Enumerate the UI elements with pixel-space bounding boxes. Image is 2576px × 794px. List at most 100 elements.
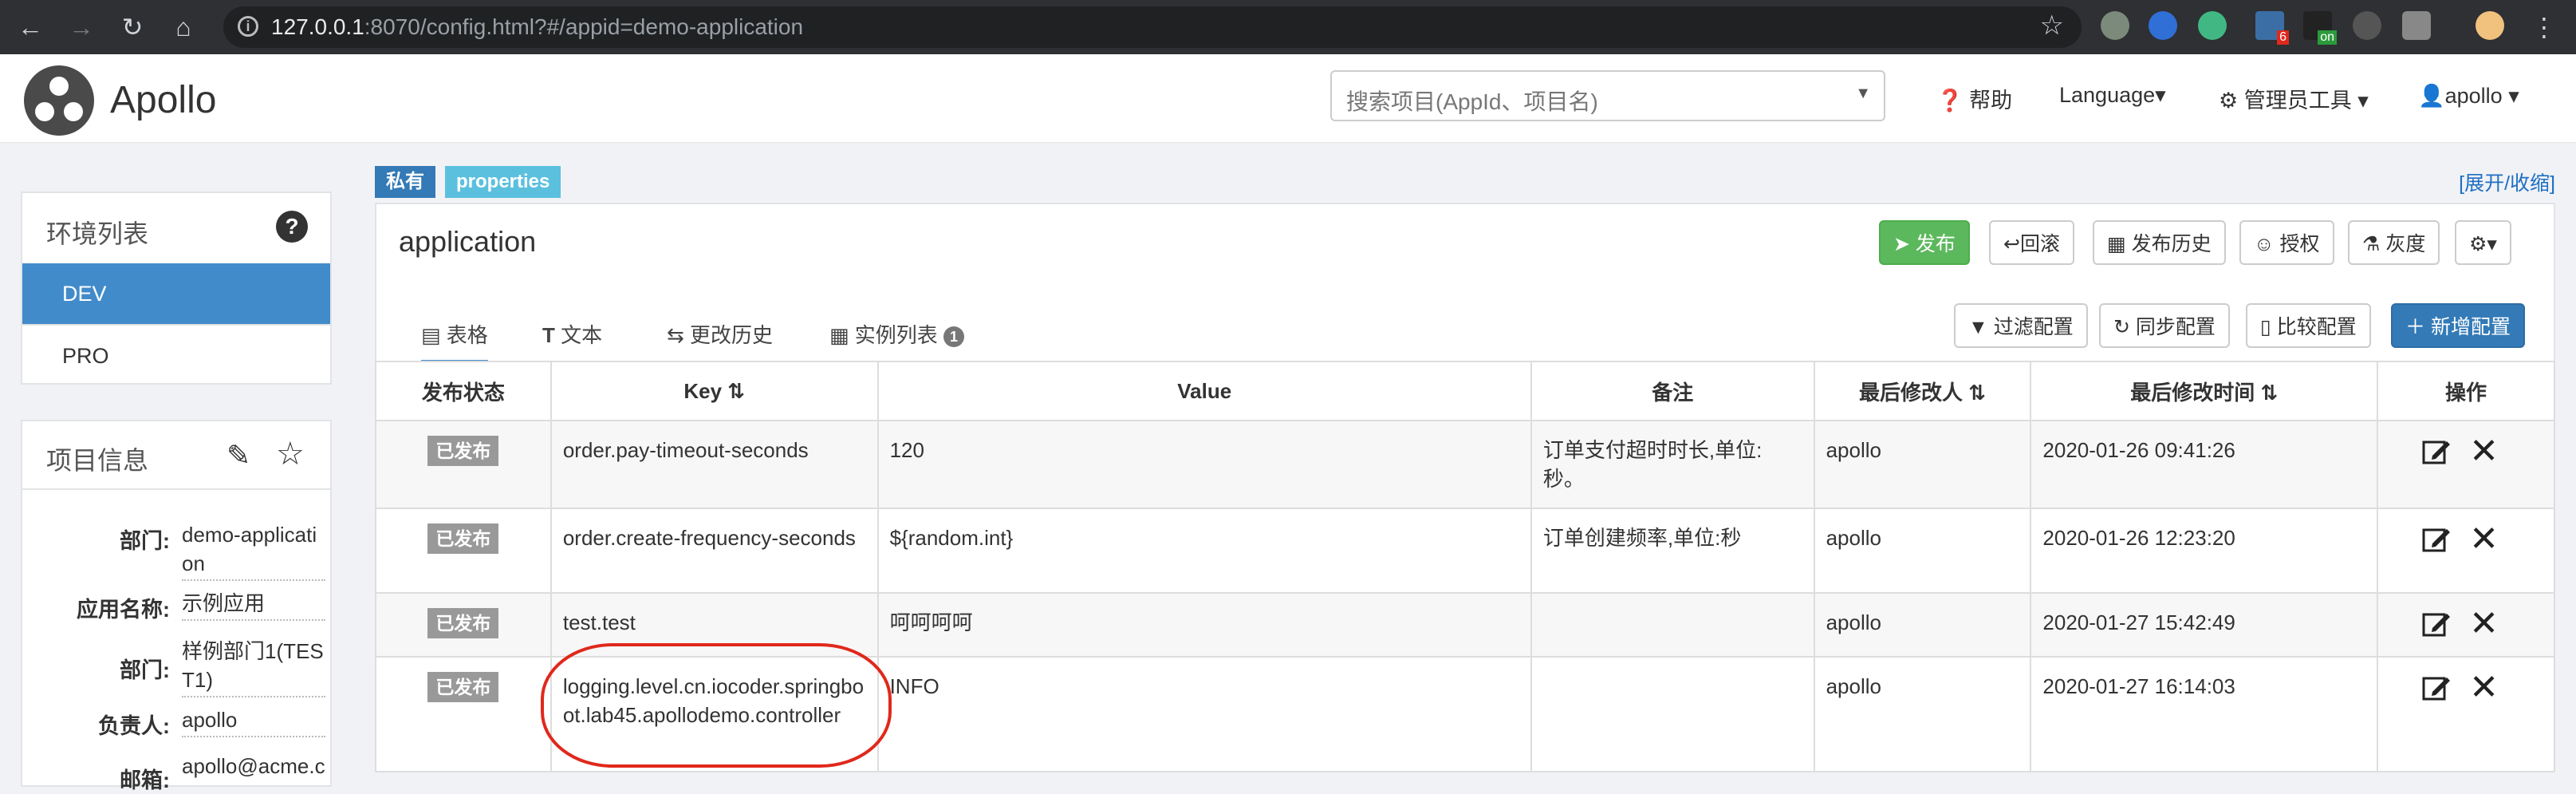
filter-icon: ▼ xyxy=(1968,316,1994,338)
address-bar[interactable]: i 127.0.0.1:8070/config.html?#/appid=dem… xyxy=(223,6,2082,48)
grid-extension-icon[interactable]: 6 xyxy=(2255,11,2289,45)
reload-icon[interactable]: ↻ xyxy=(116,11,148,43)
env-item-dev[interactable]: DEV xyxy=(22,263,330,324)
project-search-input[interactable]: 搜索项目(AppId、项目名) ▼ xyxy=(1330,70,1885,121)
time-cell: 2020-01-26 09:41:26 xyxy=(2030,420,2379,509)
value-cell: 120 xyxy=(876,420,1532,509)
briefcase-extension-icon[interactable] xyxy=(2402,11,2431,40)
edit-icon[interactable] xyxy=(2421,609,2452,639)
header-modifier[interactable]: 最后修改人 ⇅ xyxy=(1813,361,2032,421)
env-list-panel: 环境列表 ? DEV PRO xyxy=(21,192,332,385)
help-circle-icon[interactable]: ? xyxy=(276,211,308,243)
file-icon: ▯ xyxy=(2260,316,2277,338)
back-icon[interactable]: ← xyxy=(14,11,46,43)
help-link[interactable]: ❓ 帮助 xyxy=(1936,83,2012,114)
edit-icon[interactable]: ✎ xyxy=(226,439,250,472)
calendar-icon: ▦ xyxy=(2107,233,2132,255)
status-badge: 已发布 xyxy=(427,672,499,702)
grid-icon: ▦ xyxy=(829,323,855,347)
ext-badge: 6 xyxy=(2277,30,2289,45)
forward-icon[interactable]: → xyxy=(65,11,97,43)
gear-icon: ⚙ xyxy=(2469,233,2487,255)
edit-icon[interactable] xyxy=(2421,524,2452,555)
flask-icon: ⚗ xyxy=(2362,233,2386,255)
info-label-department: 部门: xyxy=(120,529,170,553)
extension-icon[interactable] xyxy=(2101,11,2129,40)
filter-config-button[interactable]: ▼ 过滤配置 xyxy=(1954,303,2088,348)
vue-extension-icon[interactable] xyxy=(2198,11,2227,40)
profile-avatar[interactable] xyxy=(2476,11,2504,40)
expand-collapse-link[interactable]: [展开/收缩] xyxy=(2459,168,2555,196)
undo-icon: ↩ xyxy=(2003,233,2020,255)
table-header-row: 发布状态 Key ⇅ Value 备注 最后修改人 ⇅ 最后修改时间 ⇅ 操作 xyxy=(375,361,2555,421)
publish-button[interactable]: ➤ 发布 xyxy=(1879,220,1970,265)
admin-tools-dropdown[interactable]: ⚙ 管理员工具 ▾ xyxy=(2219,83,2369,114)
modifier-cell: apollo xyxy=(1813,592,2032,658)
browser-toolbar: ← → ↻ ⌂ i 127.0.0.1:8070/config.html?#/a… xyxy=(0,0,2576,54)
header-key[interactable]: Key ⇅ xyxy=(549,361,879,421)
user-icon: ☺ xyxy=(2254,233,2280,255)
settings-dropdown-button[interactable]: ⚙▾ xyxy=(2455,220,2511,265)
tab-table[interactable]: ▤ 表格 xyxy=(421,319,488,363)
url-text: 127.0.0.1:8070/config.html?#/appid=demo-… xyxy=(271,14,804,39)
info-value-owner: apollo xyxy=(182,705,325,737)
value-cell: 呵呵呵呵 xyxy=(876,592,1532,658)
list-extension-icon[interactable]: on xyxy=(2303,11,2337,45)
star-icon[interactable]: ☆ xyxy=(276,436,305,472)
home-icon[interactable]: ⌂ xyxy=(167,11,199,43)
release-history-button[interactable]: ▦ 发布历史 xyxy=(2093,220,2226,265)
project-info-title: 项目信息 xyxy=(46,446,149,475)
env-item-pro[interactable]: PRO xyxy=(22,324,330,385)
edit-icon[interactable] xyxy=(2421,673,2452,703)
info-value-org: 样例部门1(TEST1) xyxy=(182,637,325,697)
sort-icon: ⇅ xyxy=(1968,380,1987,405)
tab-change-history[interactable]: ⇆ 更改历史 xyxy=(667,319,773,349)
edit-icon[interactable] xyxy=(2421,437,2452,467)
status-badge: 已发布 xyxy=(427,608,499,638)
delete-icon[interactable]: ✕ xyxy=(2469,434,2499,469)
refresh-icon: ↻ xyxy=(2113,316,2136,338)
delete-icon[interactable]: ✕ xyxy=(2469,606,2499,642)
value-cell: INFO xyxy=(876,656,1532,772)
comment-cell xyxy=(1530,656,1815,772)
delete-icon[interactable]: ✕ xyxy=(2469,670,2499,705)
add-config-button[interactable]: ＋ 新增配置 xyxy=(2391,303,2525,348)
comment-cell: 订单支付超时时长,单位:秒。 xyxy=(1530,420,1815,509)
delete-icon[interactable]: ✕ xyxy=(2469,522,2499,557)
menu-icon[interactable]: ⋮ xyxy=(2528,11,2560,43)
tool-extension-icon[interactable] xyxy=(2353,11,2381,40)
header-status: 发布状态 xyxy=(375,361,552,421)
divider xyxy=(22,488,330,490)
tab-text[interactable]: T 文本 xyxy=(542,319,602,349)
env-list-title: 环境列表 xyxy=(46,219,149,248)
namespace-title: application xyxy=(399,225,537,258)
table-icon: ▤ xyxy=(421,323,447,347)
tab-instance-list[interactable]: ▦ 实例列表 1 xyxy=(829,319,965,349)
language-dropdown[interactable]: Language▾ xyxy=(2059,83,2166,108)
sync-arrows-icon: ⇆ xyxy=(667,323,691,347)
format-tag: properties xyxy=(445,166,561,198)
info-value-app-name: 示例应用 xyxy=(182,589,325,621)
gray-release-button[interactable]: ⚗ 灰度 xyxy=(2348,220,2440,265)
header-modified-time[interactable]: 最后修改时间 ⇅ xyxy=(2030,361,2379,421)
logo-text[interactable]: Apollo xyxy=(110,78,216,122)
value-cell: ${random.int} xyxy=(876,508,1532,594)
compare-config-button[interactable]: ▯ 比较配置 xyxy=(2246,303,2371,348)
diamond-extension-icon[interactable] xyxy=(2149,11,2177,40)
authorize-button[interactable]: ☺ 授权 xyxy=(2239,220,2334,265)
bookmark-star-icon[interactable]: ☆ xyxy=(2040,10,2064,41)
user-dropdown[interactable]: 👤apollo ▾ xyxy=(2418,83,2519,109)
comment-cell xyxy=(1530,592,1815,658)
info-label-email: 邮箱: xyxy=(120,768,170,792)
rollback-button[interactable]: ↩回滚 xyxy=(1989,220,2074,265)
time-cell: 2020-01-27 15:42:49 xyxy=(2030,592,2379,658)
info-label-owner: 负责人: xyxy=(98,714,170,738)
info-label-org: 部门: xyxy=(120,658,170,682)
time-cell: 2020-01-27 16:14:03 xyxy=(2030,656,2379,772)
key-cell: order.create-frequency-seconds xyxy=(549,508,879,594)
app-header: Apollo 搜索项目(AppId、项目名) ▼ ❓ 帮助 Language▾ … xyxy=(0,54,2576,143)
header-value: Value xyxy=(876,361,1532,421)
sync-config-button[interactable]: ↻ 同步配置 xyxy=(2099,303,2230,348)
info-icon[interactable]: i xyxy=(238,16,258,37)
ext-badge: on xyxy=(2318,30,2337,45)
